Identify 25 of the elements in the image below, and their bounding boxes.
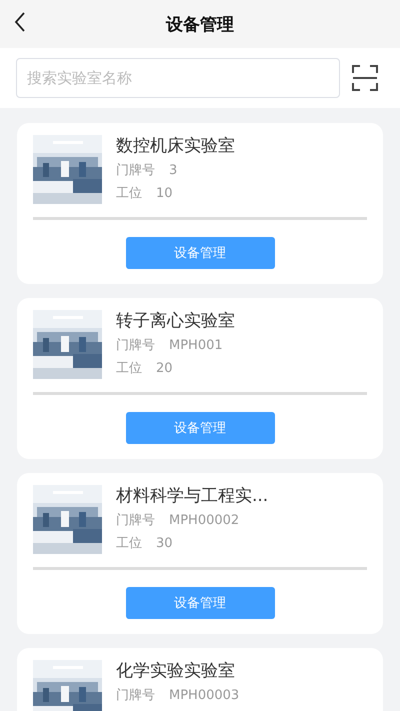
door-label: 门牌号 [116,512,155,530]
door-number: 3 [169,162,178,180]
door-number: MPH00003 [169,687,240,705]
manage-button[interactable]: 设备管理 [126,587,274,619]
manage-button[interactable]: 设备管理 [126,237,274,269]
station-count: 20 [156,360,173,378]
manage-button[interactable]: 设备管理 [126,412,274,444]
station-label: 工位 [116,185,142,203]
lab-name: 化学实验实验室 [116,660,236,682]
door-label: 门牌号 [116,337,155,355]
station-count: 10 [156,185,173,203]
lab-name: 材料科学与工程实... [116,485,268,507]
search-field[interactable]: 搜索实验室名称 [16,58,340,98]
lab-name: 转子离心实验室 [116,310,235,332]
back-icon[interactable] [14,12,26,32]
door-label: 门牌号 [116,687,155,705]
scan-icon[interactable] [352,65,378,91]
page-title: 设备管理 [166,14,234,36]
station-count: 30 [156,535,173,553]
station-label: 工位 [116,360,142,378]
door-number: MPH001 [169,337,223,355]
door-number: MPH00002 [169,512,240,530]
door-label: 门牌号 [116,162,155,180]
station-label: 工位 [116,535,142,553]
lab-name: 数控机床实验室 [116,135,235,157]
